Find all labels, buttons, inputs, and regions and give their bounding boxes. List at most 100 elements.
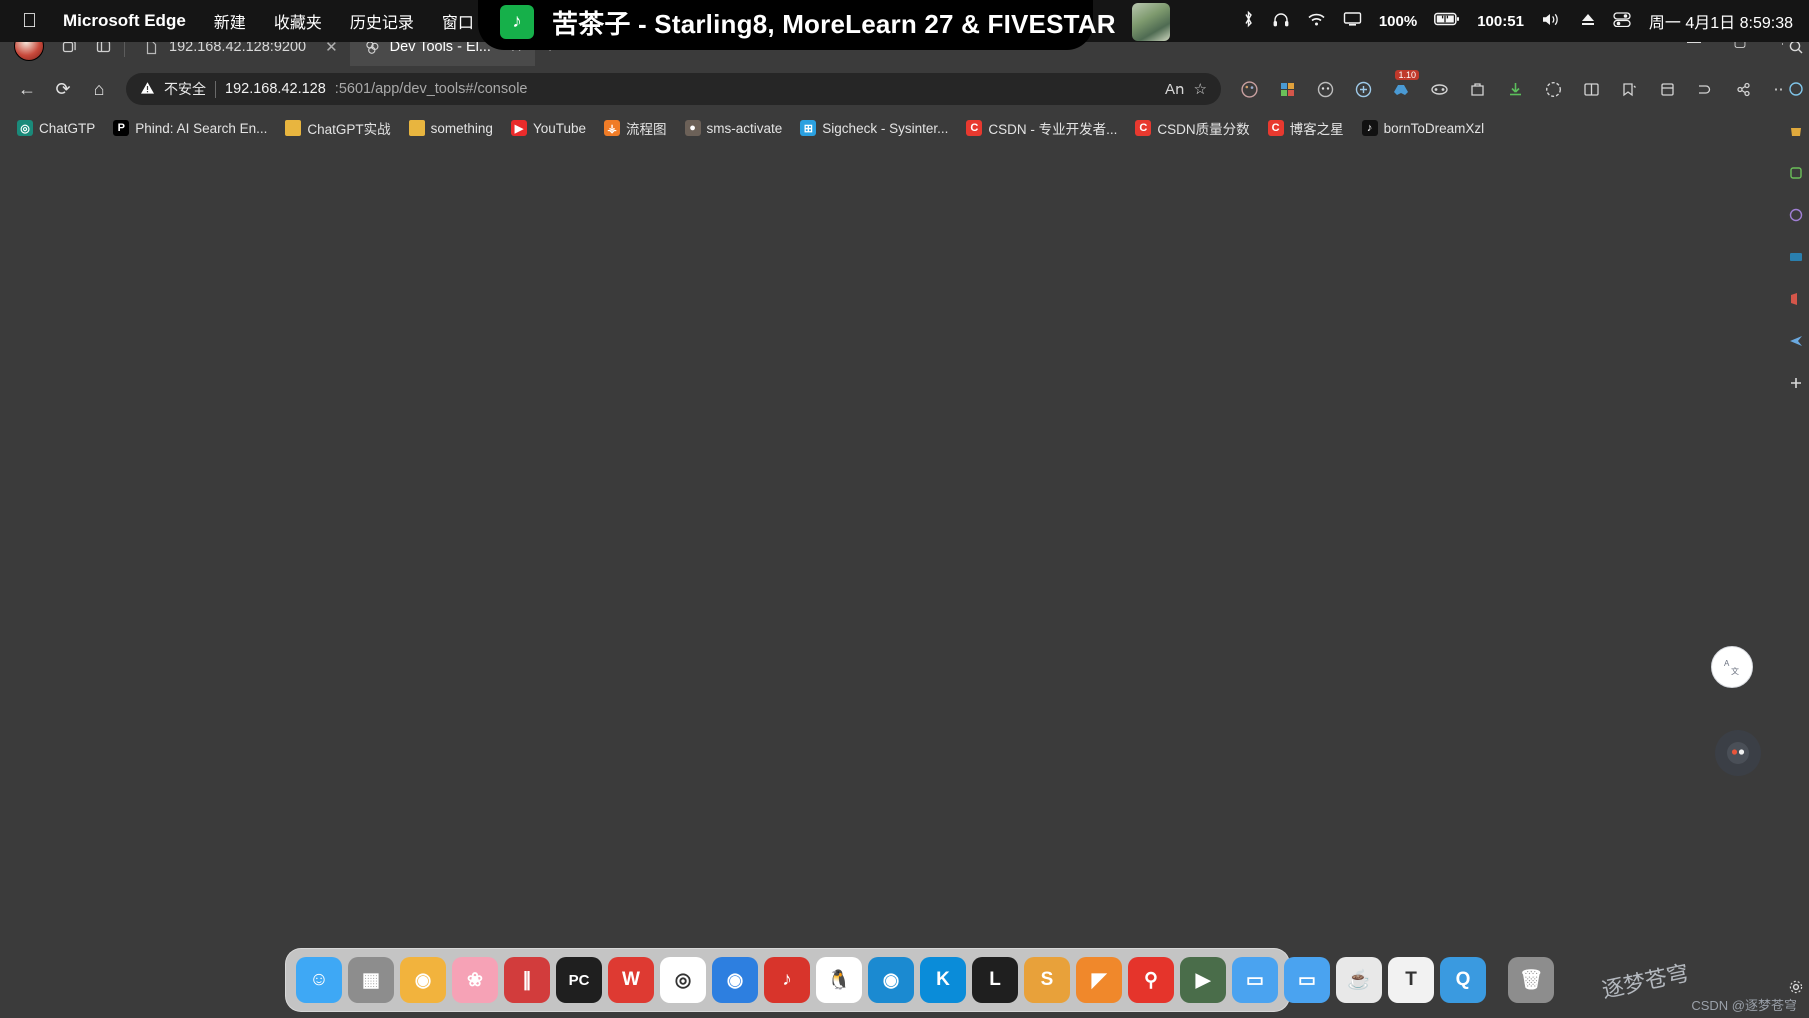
settings-icon[interactable] (1687, 72, 1723, 106)
wifi-icon[interactable] (1307, 12, 1326, 31)
watermark-csdn: CSDN @逐梦苍穹 (1691, 998, 1797, 1013)
bookmark-item[interactable]: C CSDN质量分数 (1126, 115, 1258, 141)
textedit-icon[interactable]: T (1388, 957, 1434, 1003)
split-icon[interactable] (1573, 72, 1609, 106)
star-icon[interactable]: ☆ (1194, 80, 1207, 98)
eject-icon[interactable] (1580, 12, 1596, 31)
now-playing-title: 苦茶子 - Starling8, MoreLearn 27 & FIVESTAR (552, 8, 1116, 39)
now-playing-island[interactable]: 苦茶子 - Starling8, MoreLearn 27 & FIVESTAR (478, 0, 1170, 50)
bookmark-item[interactable]: ChatGPT实战 (276, 115, 399, 141)
bookmark-item[interactable]: ◎ ChatGTP (8, 115, 104, 141)
bookmark-item[interactable]: ▶ YouTube (502, 115, 595, 141)
battery-charging-icon[interactable] (1434, 12, 1460, 30)
favorites-icon[interactable] (1611, 72, 1647, 106)
home-button[interactable]: ⌂ (82, 72, 116, 106)
sidebar-games-icon[interactable] (1785, 204, 1807, 226)
browser-essentials-icon[interactable] (1345, 72, 1381, 106)
battery-percent: 100% (1378, 12, 1418, 30)
sidebar-shopping-icon[interactable] (1785, 120, 1807, 142)
chrome-canary-icon[interactable]: ◉ (400, 957, 446, 1003)
menu-favorites[interactable]: 收藏夹 (274, 9, 322, 33)
extensions-icon[interactable] (1459, 72, 1495, 106)
apple-icon[interactable]:  (22, 11, 37, 31)
datetime-label[interactable]: 周一 4月1日 8:59:38 (1649, 9, 1793, 33)
bookmark-item[interactable]: ⊞ Sigcheck - Sysinter... (791, 115, 957, 141)
bookmark-item[interactable]: ● sms-activate (676, 115, 792, 141)
tiktok-icon: ♪ (1361, 120, 1378, 136)
bluetooth-icon[interactable] (1242, 10, 1255, 32)
web-capture-icon[interactable] (1535, 72, 1571, 106)
logseq-icon[interactable]: L (972, 957, 1018, 1003)
folder-icon[interactable]: ▭ (1284, 957, 1330, 1003)
netease-music-icon[interactable]: ♪ (764, 957, 810, 1003)
collections2-icon[interactable] (1649, 72, 1685, 106)
sidebar-copilot-icon[interactable] (1785, 78, 1807, 100)
chatgpt-icon: ◎ (17, 120, 33, 136)
reload-button[interactable]: ⟳ (46, 72, 80, 106)
url-path: :5601/app/dev_tools#/console (334, 81, 528, 97)
bookmark-label: CSDN - 专业开发者... (988, 122, 1118, 137)
bookmark-label: ChatGTP (39, 120, 96, 136)
share-icon[interactable] (1725, 72, 1761, 106)
sidebar-outlook-icon[interactable] (1785, 246, 1807, 268)
launchpad-icon[interactable]: ▦ (348, 957, 394, 1003)
split-screen-icon[interactable] (1421, 72, 1457, 106)
sidebar-tools-icon[interactable] (1785, 162, 1807, 184)
photos-icon[interactable]: ❀ (452, 957, 498, 1003)
quicktime-icon[interactable]: Q (1440, 957, 1486, 1003)
sublime-icon[interactable]: S (1024, 957, 1070, 1003)
sidebar-add-icon[interactable] (1785, 372, 1807, 394)
flowchart-icon: ⚶ (604, 120, 621, 136)
back-button[interactable]: ← (10, 72, 44, 106)
finder-icon[interactable]: ☺ (296, 957, 342, 1003)
edge-browser-window: 192.168.42.128:9200 ✕ Dev Tools - El... … (0, 22, 1809, 1018)
trash-icon[interactable]: 🗑 (1508, 957, 1554, 1003)
bookmark-item[interactable]: C CSDN - 专业开发者... (957, 115, 1126, 141)
display-icon[interactable] (1343, 11, 1362, 31)
phind-icon: P (113, 120, 130, 136)
sidebar-send-icon[interactable] (1785, 330, 1807, 352)
svg-text:文: 文 (1731, 666, 1739, 676)
edge-icon[interactable]: ◉ (868, 957, 914, 1003)
java-icon[interactable]: ☕ (1336, 957, 1382, 1003)
screen-root: 192.168.42.128:9200 ✕ Dev Tools - El... … (0, 0, 1809, 1018)
bookmark-item[interactable]: ♪ bornToDreamXzl (1353, 115, 1494, 141)
address-bar[interactable]: 不安全 192.168.42.128:5601/app/dev_tools#/c… (126, 73, 1221, 105)
csdn-icon: C (966, 120, 983, 136)
finder-window-icon[interactable]: ▭ (1232, 957, 1278, 1003)
spotlight-icon[interactable]: ⚲ (1128, 957, 1174, 1003)
sidebar-office-icon[interactable] (1785, 288, 1807, 310)
palette-icon[interactable] (1231, 72, 1267, 106)
menu-history[interactable]: 历史记录 (350, 9, 414, 33)
folder-icon (285, 120, 302, 136)
volume-icon[interactable] (1541, 12, 1563, 31)
copilot-icon[interactable] (1307, 72, 1343, 106)
collections-icon[interactable] (1269, 72, 1305, 106)
bookmark-item[interactable]: ⚶ 流程图 (595, 115, 676, 141)
url-host: 192.168.42.128 (225, 81, 326, 97)
read-aloud-icon[interactable]: A𝗇 (1165, 80, 1185, 98)
headphones-icon[interactable] (1272, 11, 1290, 32)
assistant-fab[interactable] (1715, 730, 1761, 776)
control-center-icon[interactable] (1613, 11, 1632, 31)
gitkraken-icon[interactable]: ◤ (1076, 957, 1122, 1003)
safari-icon[interactable]: ◉ (712, 957, 758, 1003)
games-icon[interactable]: 1.10 (1383, 70, 1419, 106)
csdn-icon: C (1135, 120, 1152, 136)
parallels-icon[interactable]: ∥ (504, 957, 550, 1003)
download-icon[interactable] (1497, 72, 1533, 106)
menu-new[interactable]: 新建 (214, 9, 246, 33)
kibana-icon[interactable]: K (920, 957, 966, 1003)
media-timer: 100:51 (1477, 12, 1524, 30)
chrome-icon[interactable]: ◎ (660, 957, 706, 1003)
qq-icon[interactable]: 🐧 (816, 957, 862, 1003)
menu-window[interactable]: 窗口 (442, 9, 474, 33)
bookmark-item[interactable]: something (400, 115, 502, 141)
wps-icon[interactable]: W (608, 957, 654, 1003)
bookmark-label: something (430, 120, 493, 136)
translate-fab[interactable]: A文 (1711, 646, 1753, 688)
bookmark-item[interactable]: C 博客之星 (1259, 115, 1353, 141)
pycharm-icon[interactable]: PC (556, 957, 602, 1003)
terminal-icon[interactable]: ▶ (1180, 957, 1226, 1003)
bookmark-item[interactable]: P Phind: AI Search En... (104, 115, 276, 141)
